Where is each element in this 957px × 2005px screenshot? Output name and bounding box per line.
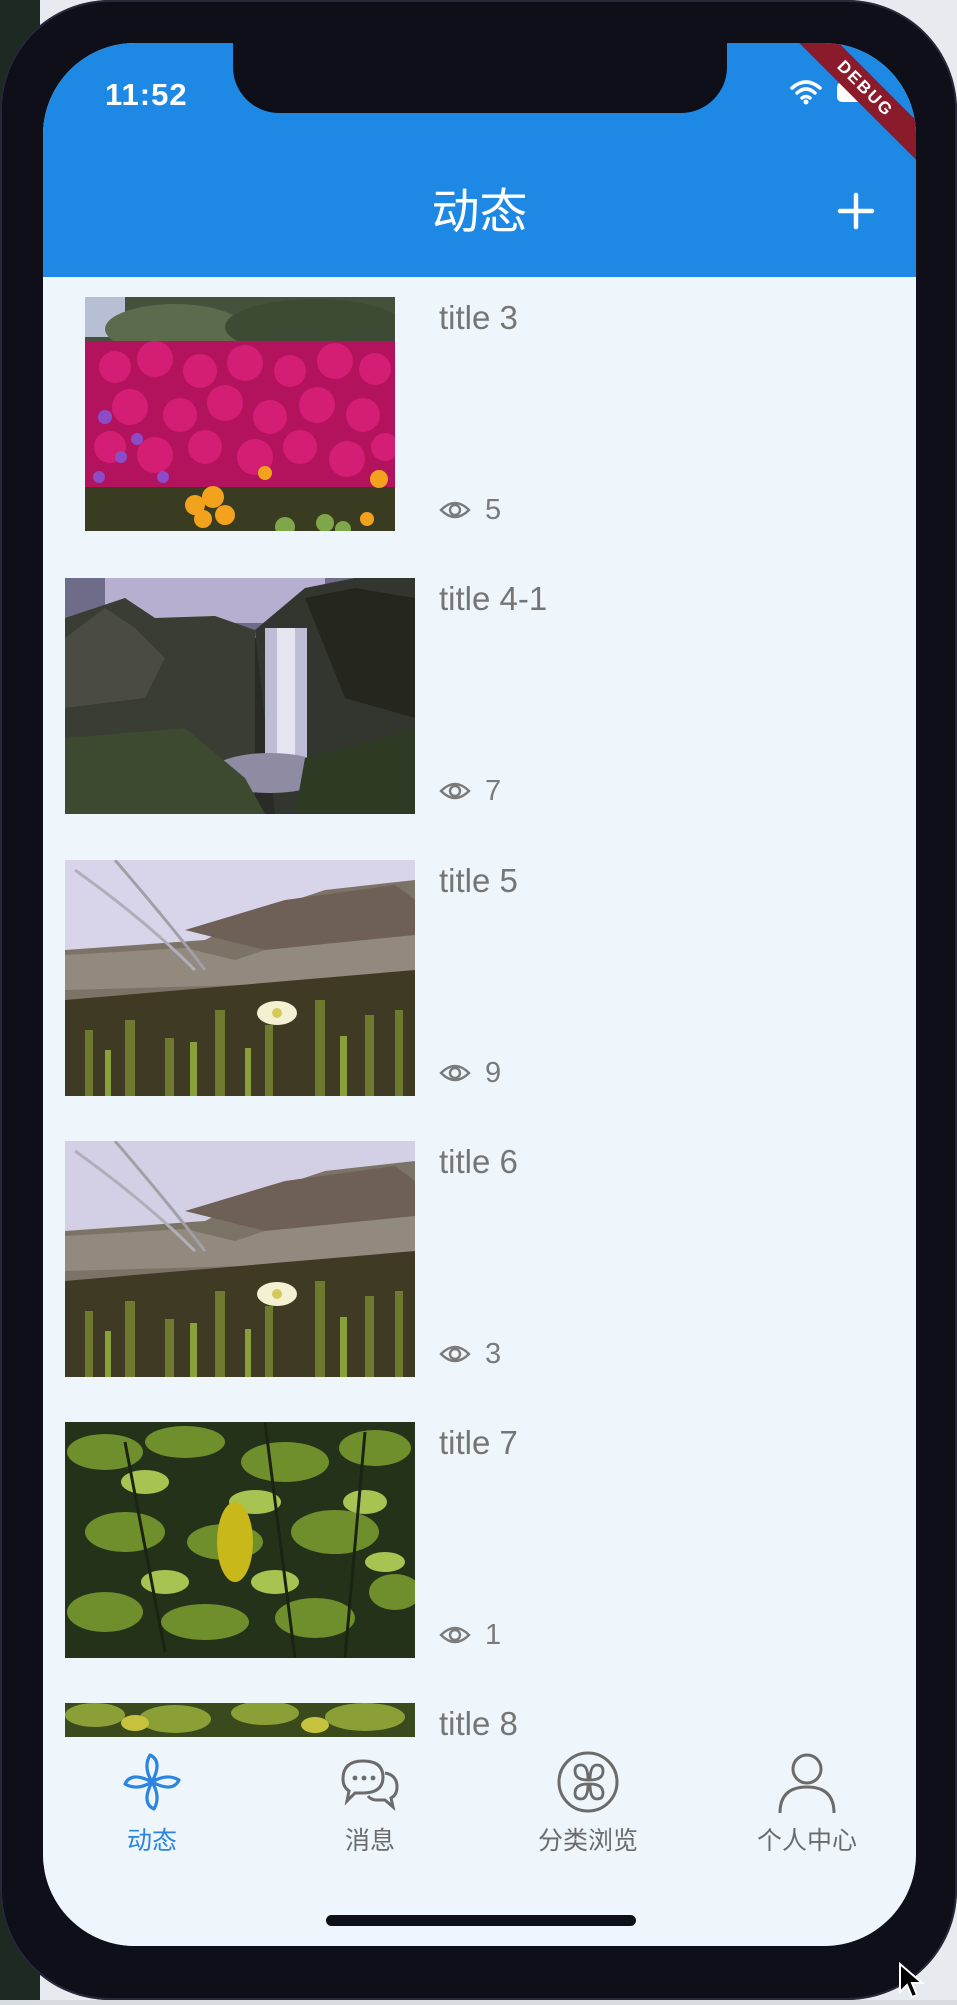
feed-list[interactable]: title 3 5 title 4-1 7 title 5 9 title 6 … [43,277,916,1777]
view-count: 1 [485,1619,502,1651]
debug-banner: DEBUG [780,43,916,174]
nav-tab-profile[interactable]: 个人中心 [698,1737,916,1867]
home-indicator[interactable] [326,1915,636,1926]
item-title: title 4-1 [439,580,548,617]
feed-item[interactable]: title 6 3 [43,1141,916,1387]
nav-label: 分类浏览 [537,1827,638,1855]
item-views: 1 [439,1618,501,1652]
wifi-icon [790,79,822,105]
view-count: 9 [485,1057,502,1089]
add-button[interactable] [828,183,884,239]
nav-label: 消息 [344,1827,395,1855]
eye-icon [439,499,471,521]
page-title: 动态 [431,186,528,239]
nav-tab-messages[interactable]: 消息 [261,1737,479,1867]
item-title: title 5 [439,862,518,899]
item-views: 7 [439,774,501,808]
plus-icon [828,192,884,243]
feed-thumbnail [65,860,415,1096]
feed-thumbnail [65,578,415,814]
phone-screen: 11:52 DEBUG 动态 title 3 5 title 4-1 7 tit… [43,43,916,1946]
feed-item[interactable]: title 4-1 7 [43,578,916,824]
feed-thumbnail [85,297,395,531]
app-bar: 11:52 DEBUG 动态 [43,43,916,277]
view-count: 7 [485,775,502,807]
person-icon [772,1747,842,1817]
feed-item[interactable]: title 3 5 [43,297,916,543]
pinwheel-icon [117,1747,187,1817]
item-title: title 7 [439,1424,518,1461]
view-count: 5 [485,494,502,526]
phone-frame: 11:52 DEBUG 动态 title 3 5 title 4-1 7 tit… [0,0,957,2000]
eye-icon [439,1343,471,1365]
eye-icon [439,1624,471,1646]
nav-tab-categories[interactable]: 分类浏览 [479,1737,697,1867]
status-time: 11:52 [105,77,188,112]
feed-item[interactable]: title 5 9 [43,860,916,1106]
item-title: title 3 [439,299,518,336]
item-views: 5 [439,493,501,527]
feed-thumbnail [65,1141,415,1377]
eye-icon [439,1062,471,1084]
category-icon [553,1747,623,1817]
view-count: 3 [485,1338,502,1370]
feed-item[interactable]: title 7 1 [43,1422,916,1668]
item-views: 9 [439,1056,501,1090]
nav-tab-feed[interactable]: 动态 [43,1737,261,1867]
chat-bubbles-icon [335,1747,405,1817]
item-views: 3 [439,1337,501,1371]
item-title: title 6 [439,1143,518,1180]
nav-label: 动态 [126,1827,177,1855]
nav-label: 个人中心 [756,1827,857,1855]
mouse-cursor-icon [898,1961,928,2005]
eye-icon [439,780,471,802]
feed-thumbnail [65,1422,415,1658]
phone-notch [233,43,727,113]
